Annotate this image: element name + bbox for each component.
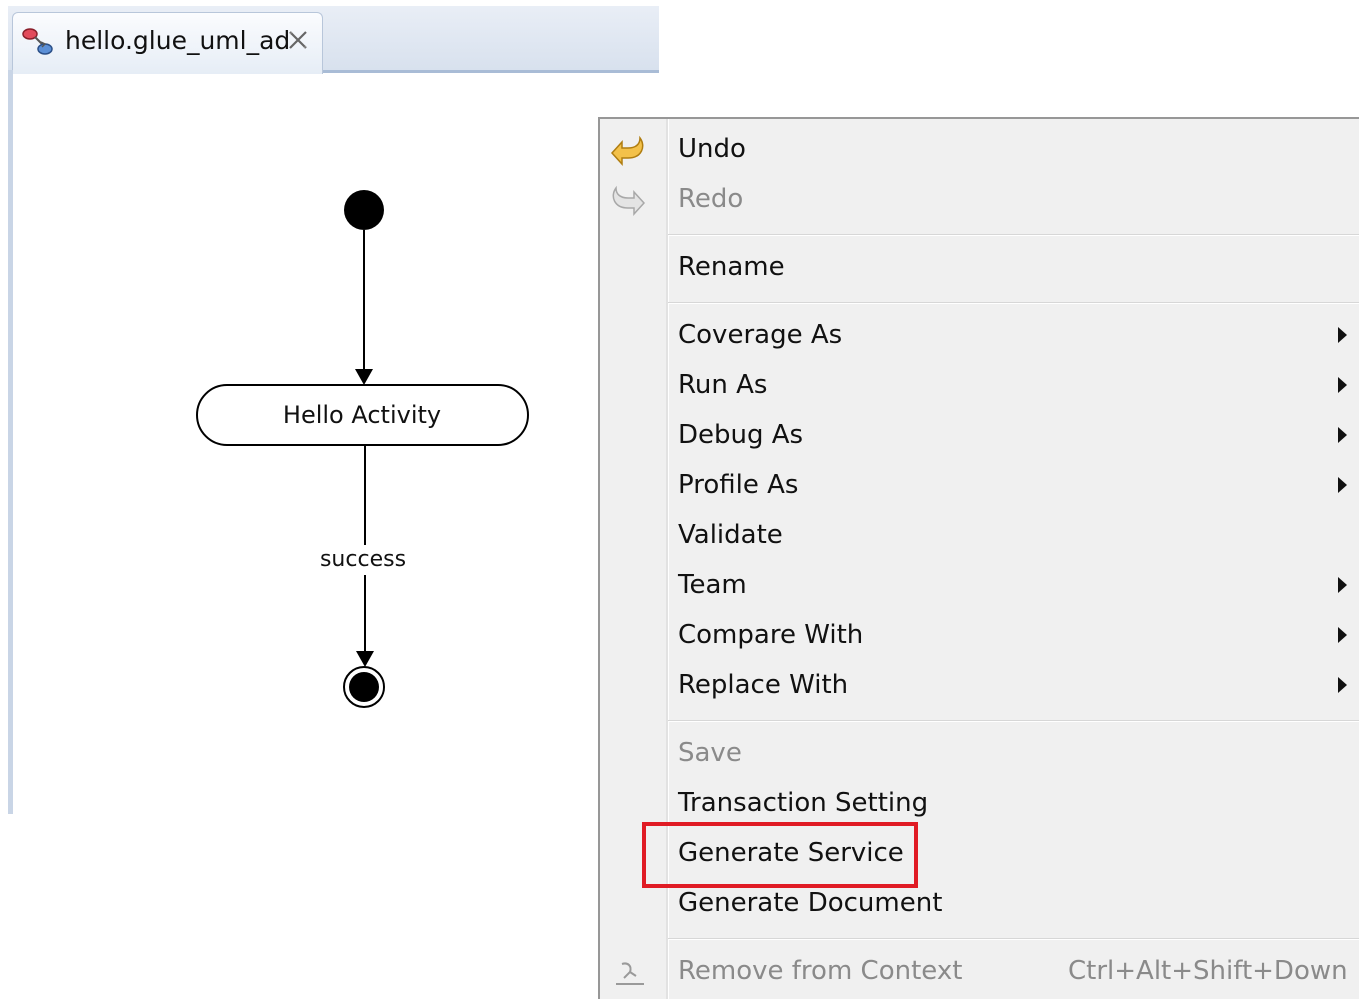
- menu-item-save[interactable]: Save: [600, 729, 1359, 777]
- submenu-arrow-icon: [1338, 577, 1347, 593]
- menu-separator: [668, 938, 1359, 940]
- menu-item-undo[interactable]: Undo: [600, 125, 1359, 173]
- menu-item-profile-as[interactable]: Profile As: [600, 461, 1359, 509]
- activity-diagram-icon: [21, 25, 55, 59]
- edge-label: success: [276, 545, 450, 575]
- menu-item-redo[interactable]: Redo: [600, 175, 1359, 223]
- menu-item-rename[interactable]: Rename: [600, 243, 1359, 291]
- close-icon[interactable]: [285, 27, 311, 53]
- menu-item-debug-as[interactable]: Debug As: [600, 411, 1359, 459]
- redo-icon: [610, 182, 650, 218]
- menu-separator: [668, 720, 1359, 722]
- initial-node: [344, 190, 384, 230]
- diagram-editor: hello.glue_uml_ad Hello Activity success: [8, 6, 659, 814]
- undo-icon: [610, 132, 650, 168]
- activity-node-label: Hello Activity: [282, 401, 442, 429]
- menu-item-remove-from-context[interactable]: Remove from Context Ctrl+Alt+Shift+Down: [600, 947, 1359, 995]
- menu-separator: [668, 302, 1359, 304]
- menu-item-team[interactable]: Team: [600, 561, 1359, 609]
- submenu-arrow-icon: [1338, 677, 1347, 693]
- editor-tab-title: hello.glue_uml_ad: [65, 26, 291, 55]
- submenu-arrow-icon: [1338, 377, 1347, 393]
- edge-arrowhead: [355, 369, 373, 385]
- submenu-arrow-icon: [1338, 477, 1347, 493]
- editor-tab[interactable]: hello.glue_uml_ad: [12, 12, 323, 74]
- menu-item-transaction-setting[interactable]: Transaction Setting: [600, 779, 1359, 827]
- menu-shortcut: Ctrl+Alt+Shift+Down: [1068, 956, 1348, 986]
- final-node-inner: [349, 672, 379, 702]
- editor-tab-strip: hello.glue_uml_ad: [8, 6, 659, 74]
- menu-item-replace-with[interactable]: Replace With: [600, 661, 1359, 709]
- submenu-arrow-icon: [1338, 627, 1347, 643]
- menu-item-coverage-as[interactable]: Coverage As: [600, 311, 1359, 359]
- menu-item-validate[interactable]: Validate: [600, 511, 1359, 559]
- submenu-arrow-icon: [1338, 427, 1347, 443]
- editor-border: [8, 70, 13, 814]
- submenu-arrow-icon: [1338, 327, 1347, 343]
- menu-separator: [668, 234, 1359, 236]
- menu-item-run-as[interactable]: Run As: [600, 361, 1359, 409]
- diagram-canvas[interactable]: Hello Activity success: [16, 73, 659, 814]
- highlight-box: [642, 822, 918, 888]
- remove-context-icon: [610, 954, 650, 990]
- edge-arrowhead: [356, 651, 374, 667]
- menu-item-compare-with[interactable]: Compare With: [600, 611, 1359, 659]
